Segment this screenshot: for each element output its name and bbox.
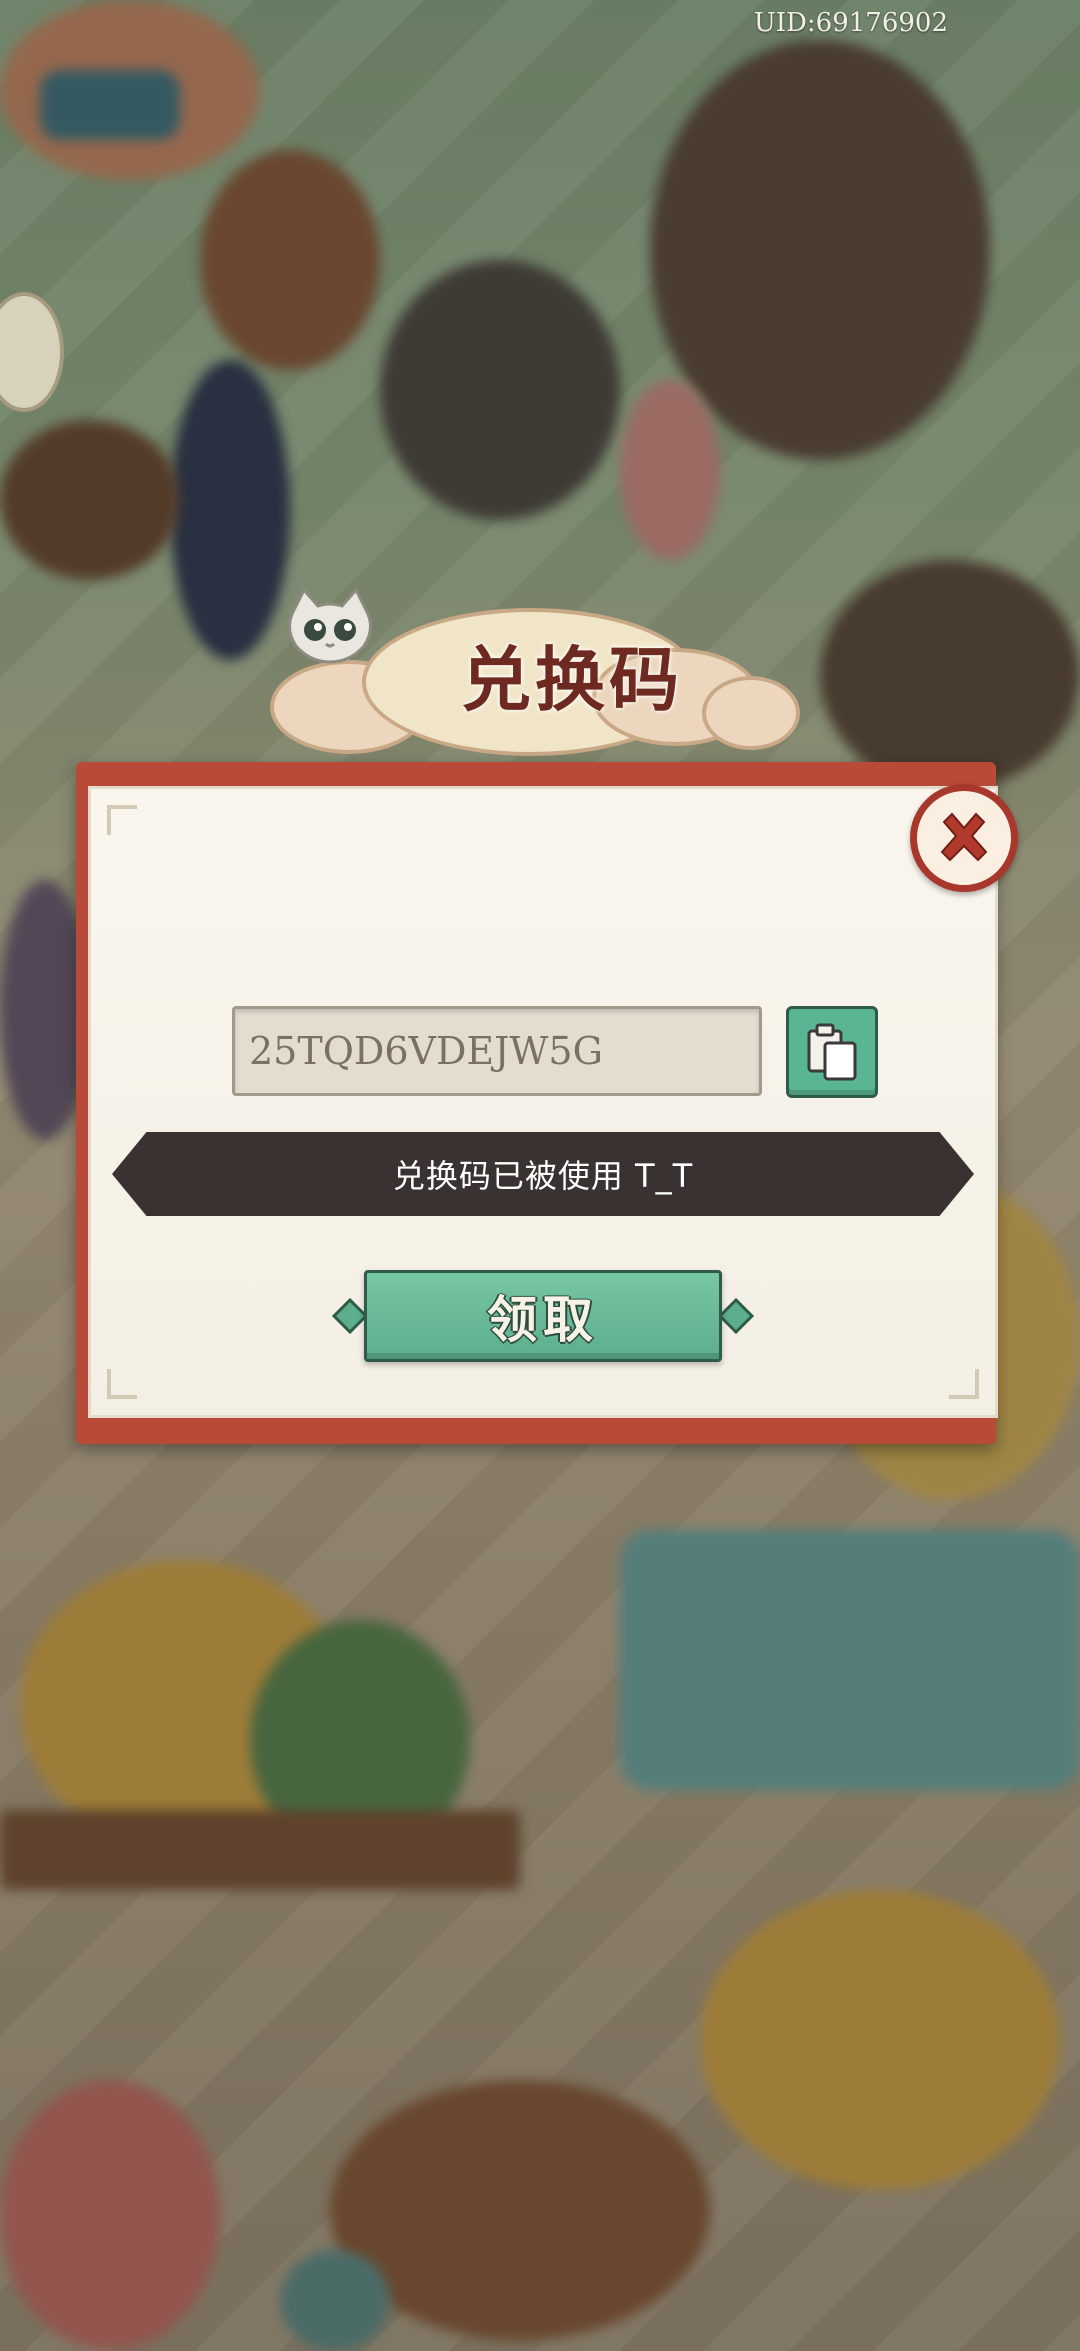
uid-label: UID:69176902 bbox=[753, 8, 948, 38]
paste-clipboard-icon bbox=[807, 1023, 857, 1081]
dialog-title-banner: 兑换码 bbox=[262, 588, 814, 756]
status-message: 兑换码已被使用 T_T bbox=[392, 1157, 694, 1195]
cat-mascot-icon bbox=[288, 588, 372, 664]
redeem-code-input[interactable]: 25TQD6VDEJW5G bbox=[232, 1006, 762, 1096]
claim-button[interactable]: 领取 bbox=[364, 1270, 722, 1362]
close-icon bbox=[940, 812, 988, 862]
paste-button[interactable] bbox=[786, 1006, 878, 1098]
dialog-title: 兑换码 bbox=[461, 638, 683, 721]
status-banner: 兑换码已被使用 T_T bbox=[112, 1132, 974, 1216]
close-button[interactable] bbox=[910, 784, 1018, 892]
claim-button-label: 领取 bbox=[487, 1290, 599, 1349]
